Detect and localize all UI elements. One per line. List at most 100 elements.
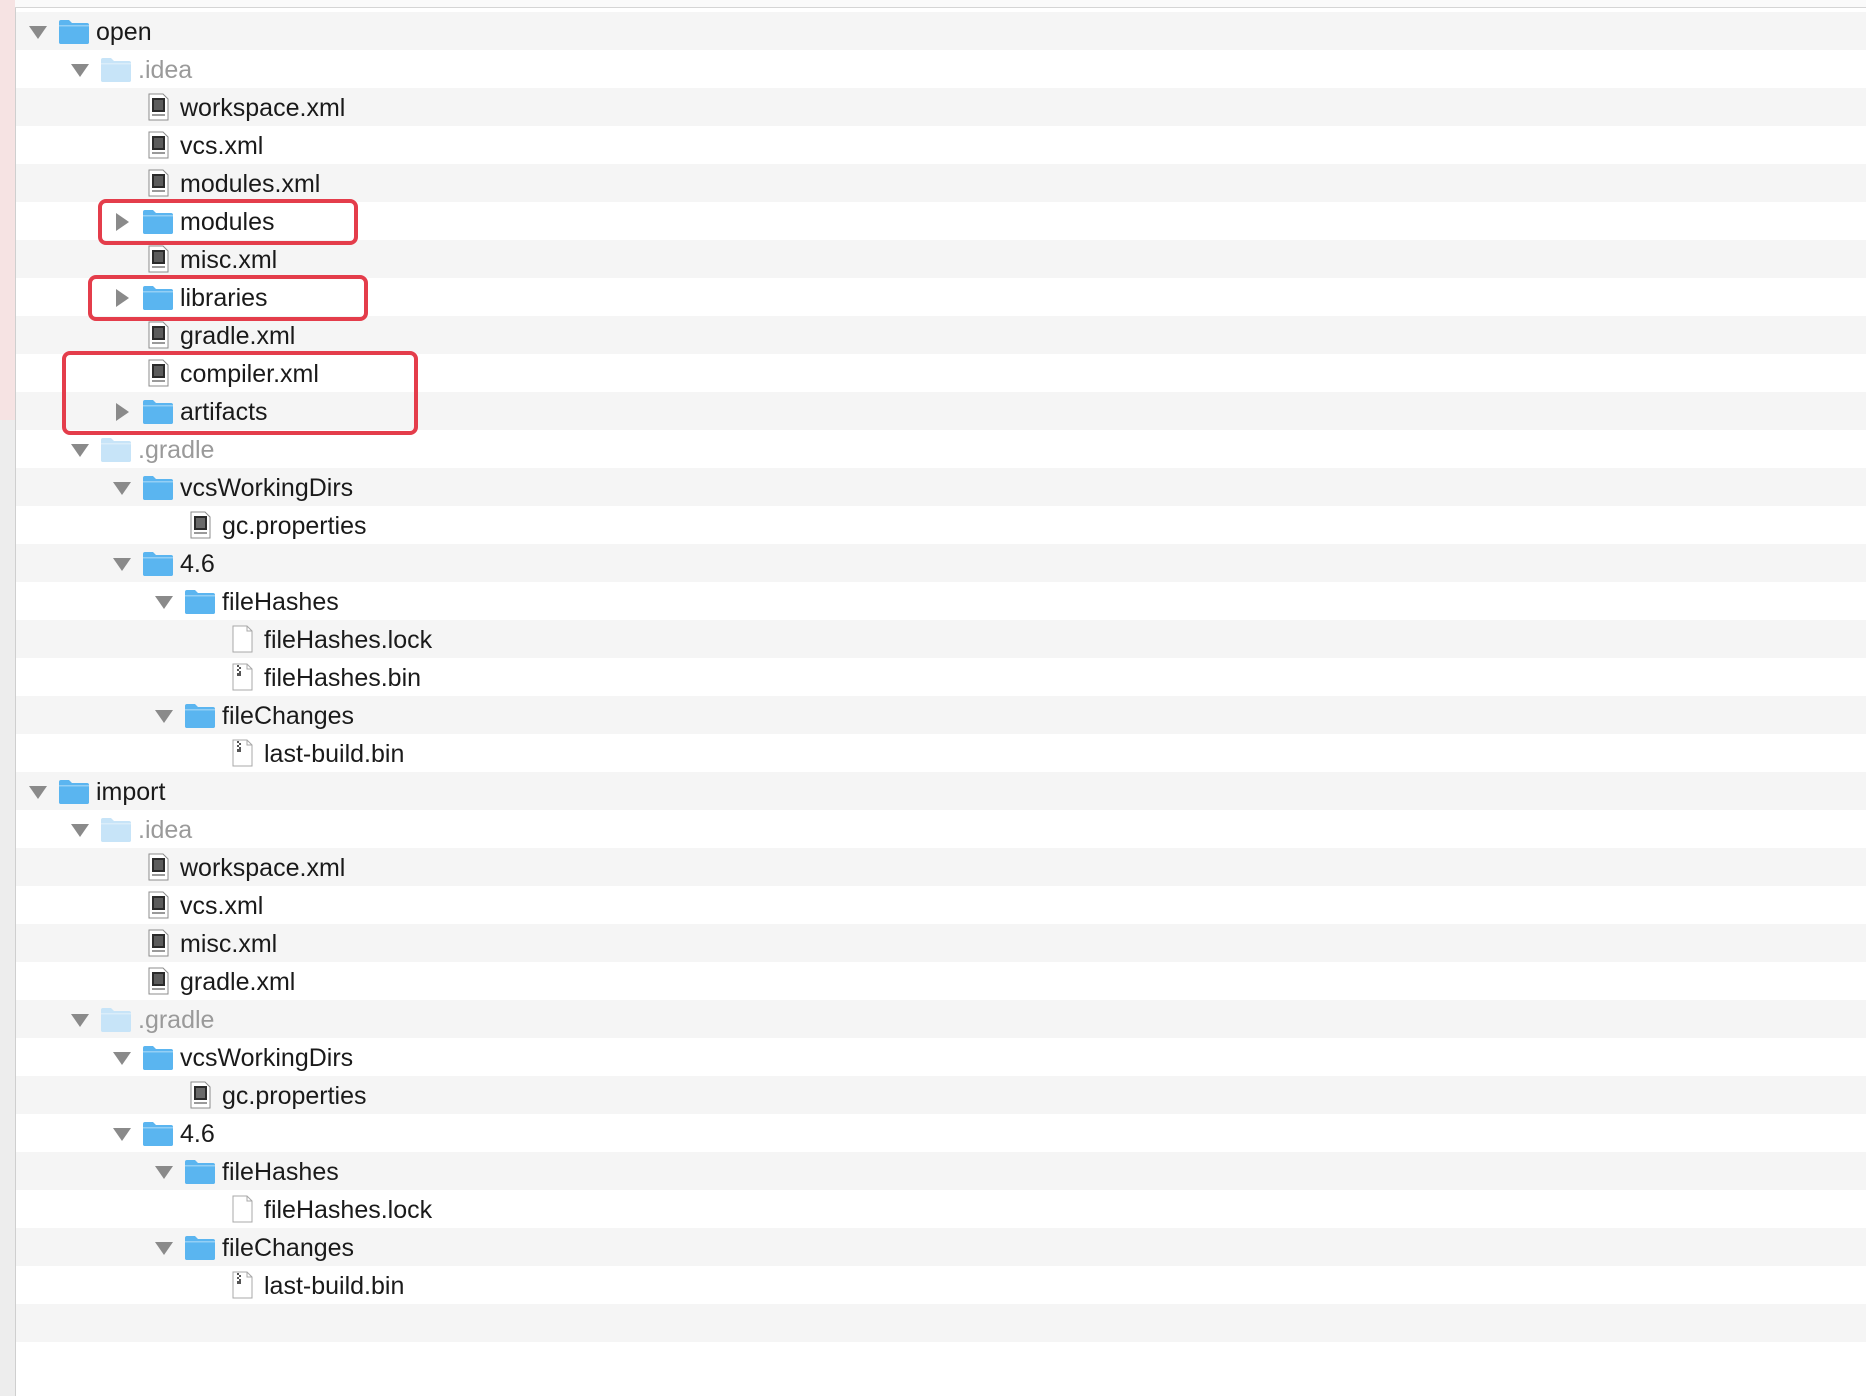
folder-icon bbox=[142, 473, 174, 501]
tree-item-label: open bbox=[96, 18, 152, 46]
tree-file-row[interactable]: misc.xml bbox=[16, 240, 1866, 278]
tree-file-row[interactable]: workspace.xml bbox=[16, 88, 1866, 126]
binary-file-icon bbox=[226, 663, 258, 691]
tree-folder-row[interactable]: fileChanges bbox=[16, 696, 1866, 734]
folder-icon bbox=[100, 1005, 132, 1033]
disclosure-triangle-down-icon[interactable] bbox=[70, 1010, 89, 1028]
tree-item-label: last-build.bin bbox=[264, 740, 405, 768]
tree-item-label: .idea bbox=[138, 816, 193, 844]
folder-icon bbox=[184, 1157, 216, 1185]
disclosure-triangle-down-icon[interactable] bbox=[28, 22, 47, 40]
tree-item-label: vcs.xml bbox=[180, 892, 264, 920]
tree-file-row[interactable]: workspace.xml bbox=[16, 848, 1866, 886]
disclosure-triangle-down-icon[interactable] bbox=[112, 1048, 131, 1066]
tree-item-label: modules bbox=[180, 208, 275, 236]
tree-folder-row[interactable]: vcsWorkingDirs bbox=[16, 1038, 1866, 1076]
folder-icon bbox=[142, 549, 174, 577]
tree-folder-row[interactable]: artifacts bbox=[16, 392, 1866, 430]
tree-item-label: fileChanges bbox=[222, 1234, 355, 1262]
folder-icon bbox=[142, 1119, 174, 1147]
xml-file-icon bbox=[142, 929, 174, 957]
tree-folder-row[interactable]: libraries bbox=[16, 278, 1866, 316]
tree-item-label: modules.xml bbox=[180, 170, 321, 198]
disclosure-triangle-down-icon[interactable] bbox=[70, 820, 89, 838]
tree-file-row[interactable]: compiler.xml bbox=[16, 354, 1866, 392]
tree-folder-row[interactable]: vcsWorkingDirs bbox=[16, 468, 1866, 506]
tree-file-row[interactable]: vcs.xml bbox=[16, 126, 1866, 164]
tree-item-label: vcs.xml bbox=[180, 132, 264, 160]
disclosure-triangle-down-icon[interactable] bbox=[70, 440, 89, 458]
folder-icon bbox=[100, 435, 132, 463]
tree-folder-row[interactable]: 4.6 bbox=[16, 1114, 1866, 1152]
disclosure-triangle-down-icon[interactable] bbox=[112, 1124, 131, 1142]
tree-file-row[interactable]: fileHashes.lock bbox=[16, 620, 1866, 658]
tree-file-row[interactable]: modules.xml bbox=[16, 164, 1866, 202]
tree-folder-row[interactable]: .idea bbox=[16, 810, 1866, 848]
folder-icon bbox=[142, 397, 174, 425]
tree-folder-row[interactable]: .gradle bbox=[16, 430, 1866, 468]
folder-icon bbox=[58, 17, 90, 45]
tree-file-row[interactable]: vcs.xml bbox=[16, 886, 1866, 924]
binary-file-icon bbox=[226, 1271, 258, 1299]
empty-row bbox=[16, 1342, 1866, 1380]
tree-item-label: .gradle bbox=[138, 436, 215, 464]
tree-item-label: workspace.xml bbox=[180, 94, 346, 122]
tree-folder-row[interactable]: .gradle bbox=[16, 1000, 1866, 1038]
folder-icon bbox=[142, 207, 174, 235]
window-edge-tint bbox=[0, 0, 15, 420]
tree-item-label: 4.6 bbox=[180, 1120, 215, 1148]
tree-item-label: fileHashes.lock bbox=[264, 626, 433, 654]
tree-file-row[interactable]: last-build.bin bbox=[16, 734, 1866, 772]
tree-file-row[interactable]: gradle.xml bbox=[16, 316, 1866, 354]
tree-file-row[interactable]: gc.properties bbox=[16, 1076, 1866, 1114]
disclosure-triangle-down-icon[interactable] bbox=[154, 592, 173, 610]
tree-folder-row[interactable]: fileChanges bbox=[16, 1228, 1866, 1266]
disclosure-triangle-down-icon[interactable] bbox=[70, 60, 89, 78]
tree-file-row[interactable]: misc.xml bbox=[16, 924, 1866, 962]
tree-folder-row[interactable]: open bbox=[16, 12, 1866, 50]
tree-folder-row[interactable]: 4.6 bbox=[16, 544, 1866, 582]
tree-file-row[interactable]: fileHashes.bin bbox=[16, 658, 1866, 696]
window-edge bbox=[0, 0, 16, 1396]
xml-file-icon bbox=[142, 967, 174, 995]
disclosure-triangle-down-icon[interactable] bbox=[112, 478, 131, 496]
tree-item-label: misc.xml bbox=[180, 930, 278, 958]
disclosure-triangle-right-icon[interactable] bbox=[112, 212, 130, 231]
xml-file-icon bbox=[142, 245, 174, 273]
java-file-icon bbox=[184, 1081, 216, 1109]
disclosure-triangle-down-icon[interactable] bbox=[154, 1162, 173, 1180]
tree-item-label: .idea bbox=[138, 56, 193, 84]
xml-file-icon bbox=[142, 891, 174, 919]
empty-row bbox=[16, 1304, 1866, 1342]
tree-item-label: workspace.xml bbox=[180, 854, 346, 882]
tree-item-label: 4.6 bbox=[180, 550, 215, 578]
tree-folder-row[interactable]: import bbox=[16, 772, 1866, 810]
tree-file-row[interactable]: gradle.xml bbox=[16, 962, 1866, 1000]
folder-icon bbox=[142, 1043, 174, 1071]
tree-item-label: fileHashes bbox=[222, 1158, 339, 1186]
file-icon bbox=[226, 625, 258, 653]
tree-file-row[interactable]: gc.properties bbox=[16, 506, 1866, 544]
tree-item-label: fileHashes.bin bbox=[264, 664, 422, 692]
java-file-icon bbox=[184, 511, 216, 539]
tree-item-label: last-build.bin bbox=[264, 1272, 405, 1300]
tree-item-label: gradle.xml bbox=[180, 968, 296, 996]
tree-folder-row[interactable]: modules bbox=[16, 202, 1866, 240]
tree-folder-row[interactable]: fileHashes bbox=[16, 582, 1866, 620]
disclosure-triangle-right-icon[interactable] bbox=[112, 288, 130, 307]
tree-item-label: vcsWorkingDirs bbox=[180, 1044, 354, 1072]
file-tree[interactable]: open .idea workspace.xml vcs.xml modules.xml… bbox=[16, 12, 1866, 1380]
tree-folder-row[interactable]: fileHashes bbox=[16, 1152, 1866, 1190]
disclosure-triangle-down-icon[interactable] bbox=[154, 706, 173, 724]
disclosure-triangle-down-icon[interactable] bbox=[154, 1238, 173, 1256]
tree-folder-row[interactable]: .idea bbox=[16, 50, 1866, 88]
xml-file-icon bbox=[142, 321, 174, 349]
tree-file-row[interactable]: fileHashes.lock bbox=[16, 1190, 1866, 1228]
tree-item-label: gradle.xml bbox=[180, 322, 296, 350]
folder-icon bbox=[184, 701, 216, 729]
disclosure-triangle-right-icon[interactable] bbox=[112, 402, 130, 421]
tree-item-label: import bbox=[96, 778, 166, 806]
disclosure-triangle-down-icon[interactable] bbox=[112, 554, 131, 572]
disclosure-triangle-down-icon[interactable] bbox=[28, 782, 47, 800]
tree-file-row[interactable]: last-build.bin bbox=[16, 1266, 1866, 1304]
